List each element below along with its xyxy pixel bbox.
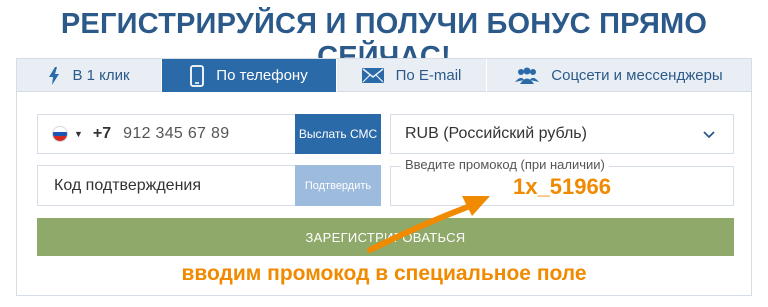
orange-arrow-icon — [367, 196, 490, 253]
instruction-annotation: вводим промокод в специальное поле — [181, 262, 587, 285]
